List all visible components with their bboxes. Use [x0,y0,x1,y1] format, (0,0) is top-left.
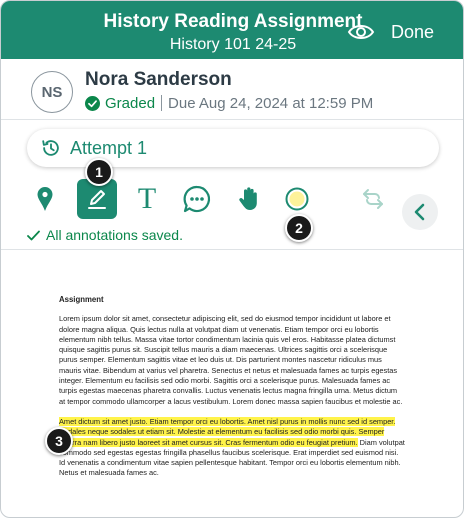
done-button[interactable]: Done [391,22,434,43]
document-title: Assignment [59,295,104,304]
app-frame: History Reading Assignment History 101 2… [0,0,464,518]
status-divider [161,95,163,111]
graded-status-label: Graded [105,94,156,112]
chevron-left-icon [414,203,425,221]
document-paragraph: Lorem ipsum dolor sit amet, consectetur … [59,314,403,406]
history-icon [42,140,59,156]
checkmark-icon [27,230,40,240]
avatar[interactable]: NS [31,71,73,113]
header-bar: History Reading Assignment History 101 2… [1,1,463,59]
text-tool-button[interactable]: T [127,179,167,219]
saved-message: All annotations saved. [46,227,183,243]
eye-icon[interactable] [347,22,375,42]
step-callout-3: 3 [45,427,73,455]
highlight-annotation[interactable]: Amet dictum sit amet justo. Etiam tempor… [59,416,396,447]
undo-redo-button[interactable] [353,179,393,219]
student-name[interactable]: Nora Sanderson [85,69,232,91]
collapse-toolbar-button[interactable] [402,194,438,230]
due-date-label: Due Aug 24, 2024 at 12:59 PM [168,94,374,112]
divider [1,119,463,120]
pin-icon [37,187,53,211]
submission-status: Graded Due Aug 24, 2024 at 12:59 PM [85,93,373,113]
comment-tool-button[interactable] [177,179,217,219]
pen-icon [88,190,106,209]
comment-icon [183,185,211,213]
color-picker-button[interactable] [277,179,317,219]
toolbar-divider [1,249,463,250]
undo-redo-icon [363,189,383,209]
attempt-label: Attempt 1 [70,137,148,158]
document-paragraph: Amet dictum sit amet justo. Etiam tempor… [59,416,405,479]
color-swatch-icon [285,187,309,211]
pan-tool-button[interactable] [229,179,269,219]
pin-tool-button[interactable] [25,179,65,219]
check-circle-icon [85,95,100,111]
document-page[interactable]: Assignment Lorem ipsum dolor sit amet, c… [59,295,405,479]
step-callout-1: 1 [85,158,113,186]
text-icon: T [137,182,157,215]
save-status: All annotations saved. [27,227,183,243]
step-callout-2: 2 [285,214,313,242]
hand-icon [239,187,257,210]
